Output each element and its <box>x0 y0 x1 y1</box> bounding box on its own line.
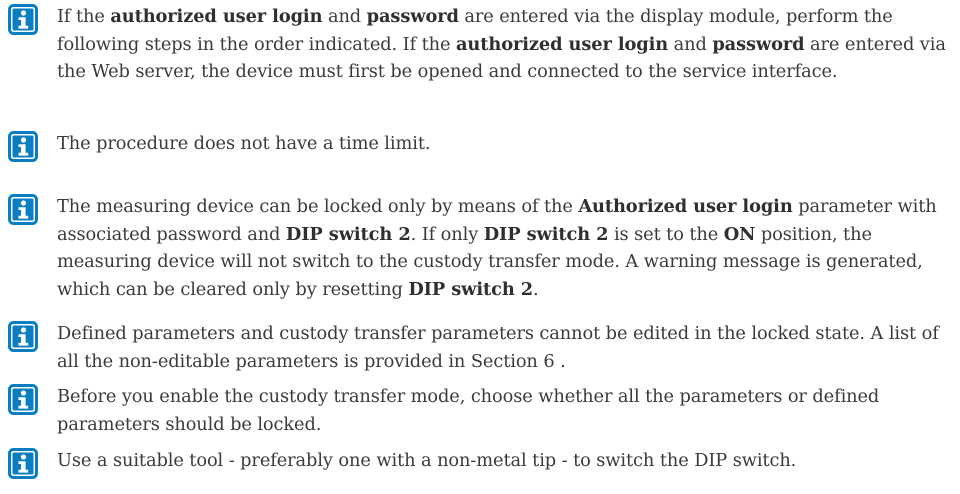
text-run: If the <box>57 6 111 27</box>
note-text: Defined parameters and custody transfer … <box>57 320 956 375</box>
info-icon <box>8 321 38 352</box>
bold-term: ON <box>723 223 756 245</box>
note-text: The measuring device can be locked only … <box>57 193 956 303</box>
text-run: Before you enable the custody transfer m… <box>57 386 880 435</box>
bold-term: password <box>366 6 459 27</box>
info-icon <box>8 131 38 162</box>
text-run: and <box>322 6 367 27</box>
note-non-editable: Defined parameters and custody transfer … <box>8 320 956 375</box>
bold-term: authorized user login <box>110 6 323 27</box>
bold-term: DIP switch 2 <box>408 278 534 300</box>
note-time-limit: The procedure does not have a time limit… <box>8 130 956 162</box>
info-icon <box>8 194 38 225</box>
note-text: Before you enable the custody transfer m… <box>57 383 956 438</box>
text-run: and <box>668 33 713 55</box>
text-run: The procedure does not have a time limit… <box>57 133 431 154</box>
note-text: If the authorized user login and passwor… <box>57 3 956 86</box>
text-run: The measuring device can be locked only … <box>57 196 579 217</box>
text-run: . If only <box>410 223 484 245</box>
note-text: Use a suitable tool - preferably one wit… <box>57 447 796 475</box>
bold-term: authorized user login <box>456 33 669 55</box>
bold-term: DIP switch 2 <box>285 223 411 245</box>
info-icon <box>8 448 38 479</box>
bold-term: Authorized user login <box>578 196 793 217</box>
bold-term: password <box>712 33 805 55</box>
note-text: The procedure does not have a time limit… <box>57 130 431 158</box>
note-authorized-login: If the authorized user login and passwor… <box>8 3 956 86</box>
note-suitable-tool: Use a suitable tool - preferably one wit… <box>8 447 956 479</box>
text-run: Defined parameters and custody transfer … <box>57 323 939 372</box>
bold-term: DIP switch 2 <box>483 223 609 245</box>
info-icon <box>8 384 38 415</box>
text-run: is set to the <box>608 223 724 245</box>
note-locking: The measuring device can be locked only … <box>8 193 956 303</box>
info-icon <box>8 4 38 35</box>
text-run: . <box>533 278 539 300</box>
note-choose-parameters: Before you enable the custody transfer m… <box>8 383 956 438</box>
text-run: Use a suitable tool - preferably one wit… <box>57 450 797 471</box>
